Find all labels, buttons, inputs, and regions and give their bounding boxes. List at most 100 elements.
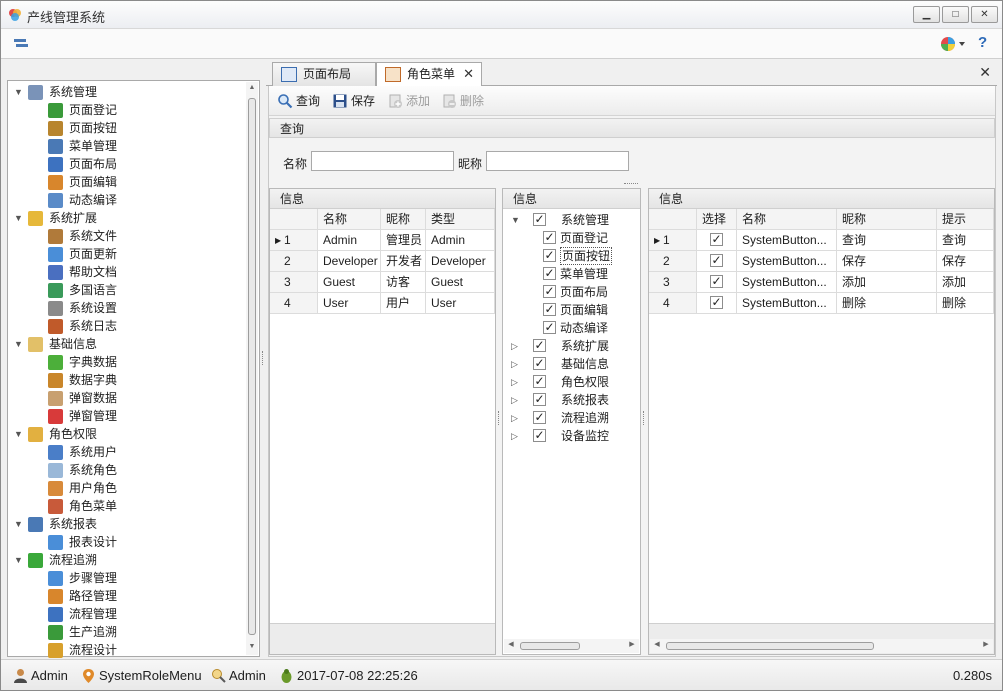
nav-item[interactable]: 步骤管理 (32, 569, 244, 587)
column-header[interactable] (270, 209, 318, 230)
close-all-tabs-icon[interactable]: ✕ (979, 64, 991, 81)
title-bar[interactable]: 产线管理系统 ▁ □ ✕ (1, 1, 1002, 29)
table-row[interactable]: 2 Developer 开发者 Developer (270, 251, 495, 272)
expand-arrow-icon[interactable]: ▷ (511, 355, 521, 373)
scroll-up-arrow-icon[interactable]: ▲ (247, 84, 257, 94)
splitter-grip[interactable] (498, 411, 500, 425)
column-header[interactable]: 类型 (426, 209, 495, 230)
column-header[interactable]: 昵称 (837, 209, 937, 230)
expand-arrow-icon[interactable]: ▷ (511, 427, 521, 445)
scroll-right-arrow-icon[interactable]: ▶ (627, 640, 637, 652)
nav-item[interactable]: 路径管理 (32, 587, 244, 605)
menu-checkbox[interactable]: ✓ (533, 375, 546, 388)
expand-arrow-icon[interactable]: ▼ (14, 515, 24, 533)
expand-arrow-icon[interactable]: ▼ (14, 335, 24, 353)
expand-arrow-icon[interactable]: ▼ (14, 209, 24, 227)
nav-item[interactable]: 页面登记 (32, 101, 244, 119)
select-checkbox[interactable]: ✓ (710, 254, 723, 267)
minimize-button[interactable]: ▁ (913, 6, 940, 23)
menu-checkbox[interactable]: ✓ (533, 429, 546, 442)
menu-item[interactable]: ✓ 页面编辑 (509, 301, 634, 319)
menu-checkbox[interactable]: ✓ (543, 231, 556, 244)
expand-arrow-icon[interactable]: ▷ (511, 409, 521, 427)
maximize-button[interactable]: □ (942, 6, 969, 23)
query-button[interactable]: 查询 (277, 93, 320, 111)
splitter-grip[interactable] (643, 411, 645, 425)
menu-item[interactable]: ✓ 菜单管理 (509, 265, 634, 283)
menu-item[interactable]: ✓ 页面登记 (509, 229, 634, 247)
nav-item[interactable]: 页面编辑 (32, 173, 244, 191)
table-row[interactable]: 1 ✓ SystemButton... 查询 查询 ▶ (649, 230, 994, 251)
menu-checkbox[interactable]: ✓ (543, 267, 556, 280)
menu-checkbox[interactable]: ✓ (533, 357, 546, 370)
nav-item[interactable]: 用户角色 (32, 479, 244, 497)
nav-item[interactable]: 报表设计 (32, 533, 244, 551)
menu-checkbox[interactable]: ✓ (533, 339, 546, 352)
scrollbar-thumb[interactable] (248, 98, 256, 635)
column-header[interactable]: 名称 (318, 209, 381, 230)
nav-item[interactable]: 菜单管理 (32, 137, 244, 155)
menu-checkbox[interactable]: ✓ (543, 249, 556, 262)
expand-arrow-icon[interactable]: ▼ (14, 425, 24, 443)
nav-item[interactable]: 流程管理 (32, 605, 244, 623)
close-tab-icon[interactable]: ✕ (463, 63, 474, 85)
select-checkbox[interactable]: ✓ (710, 233, 723, 246)
nav-item[interactable]: 页面更新 (32, 245, 244, 263)
nav-item[interactable]: 多国语言 (32, 281, 244, 299)
nav-item[interactable]: 系统日志 (32, 317, 244, 335)
menu-group[interactable]: ▷ ✓ 基础信息 (509, 355, 634, 373)
table-row[interactable]: 2 ✓ SystemButton... 保存 保存 (649, 251, 994, 272)
nav-item[interactable]: 弹窗管理 (32, 407, 244, 425)
menu-item[interactable]: ✓ 页面按钮 (509, 247, 634, 265)
nav-group[interactable]: ▼ 系统管理 (14, 83, 244, 101)
scroll-left-arrow-icon[interactable]: ◀ (506, 640, 516, 652)
menu-checkbox[interactable]: ✓ (533, 213, 546, 226)
menu-item[interactable]: ✓ 动态编译 (509, 319, 634, 337)
nav-item[interactable]: 数据字典 (32, 371, 244, 389)
menu-checkbox[interactable]: ✓ (533, 411, 546, 424)
nav-group[interactable]: ▼ 流程追溯 (14, 551, 244, 569)
menu-group[interactable]: ▷ ✓ 流程追溯 (509, 409, 634, 427)
help-icon[interactable]: ? (978, 34, 992, 52)
expand-arrow-icon[interactable]: ▷ (511, 337, 521, 355)
theme-picker-icon[interactable] (940, 35, 966, 53)
scrollbar-thumb[interactable] (666, 642, 874, 650)
save-button[interactable]: 保存 (332, 93, 375, 111)
scroll-down-arrow-icon[interactable]: ▼ (247, 643, 257, 653)
column-header[interactable]: 名称 (737, 209, 837, 230)
name-input[interactable] (311, 151, 454, 171)
expand-arrow-icon[interactable]: ▼ (14, 551, 24, 569)
tab-page-layout[interactable]: 页面布局 (272, 62, 376, 86)
menu-group[interactable]: ▷ ✓ 设备监控 (509, 427, 634, 445)
nav-item[interactable]: 弹窗数据 (32, 389, 244, 407)
nav-item[interactable]: 页面布局 (32, 155, 244, 173)
add-button[interactable]: 添加 (387, 93, 430, 111)
column-header[interactable]: 昵称 (381, 209, 426, 230)
select-checkbox[interactable]: ✓ (710, 296, 723, 309)
nav-item[interactable]: 系统设置 (32, 299, 244, 317)
menu-checkbox[interactable]: ✓ (533, 393, 546, 406)
menu-group[interactable]: ▷ ✓ 角色权限 (509, 373, 634, 391)
nav-item[interactable]: 系统文件 (32, 227, 244, 245)
nav-item[interactable]: 系统角色 (32, 461, 244, 479)
nav-item[interactable]: 系统用户 (32, 443, 244, 461)
scroll-left-arrow-icon[interactable]: ◀ (652, 640, 662, 652)
nav-group[interactable]: ▼ 基础信息 (14, 335, 244, 353)
menu-group[interactable]: ▷ ✓ 系统扩展 (509, 337, 634, 355)
nav-item[interactable]: 动态编译 (32, 191, 244, 209)
select-checkbox[interactable]: ✓ (710, 275, 723, 288)
left-splitter-grip[interactable] (262, 351, 264, 365)
scrollbar-thumb[interactable] (520, 642, 580, 650)
menu-tree-hscrollbar[interactable]: ◀ ▶ (504, 639, 639, 653)
column-header[interactable]: 选择 (697, 209, 737, 230)
table-row[interactable]: 4 User 用户 User (270, 293, 495, 314)
menu-group[interactable]: ▷ ✓ 系统报表 (509, 391, 634, 409)
menu-checkbox[interactable]: ✓ (543, 321, 556, 334)
table-row[interactable]: 1 Admin 管理员 Admin ▶ (270, 230, 495, 251)
delete-button[interactable]: 删除 (441, 93, 484, 111)
nav-tree-scrollbar[interactable]: ▲ ▼ (246, 82, 258, 655)
nav-group[interactable]: ▼ 系统报表 (14, 515, 244, 533)
column-header[interactable]: 提示 (937, 209, 994, 230)
menu-checkbox[interactable]: ✓ (543, 303, 556, 316)
table-row[interactable]: 4 ✓ SystemButton... 删除 删除 (649, 293, 994, 314)
